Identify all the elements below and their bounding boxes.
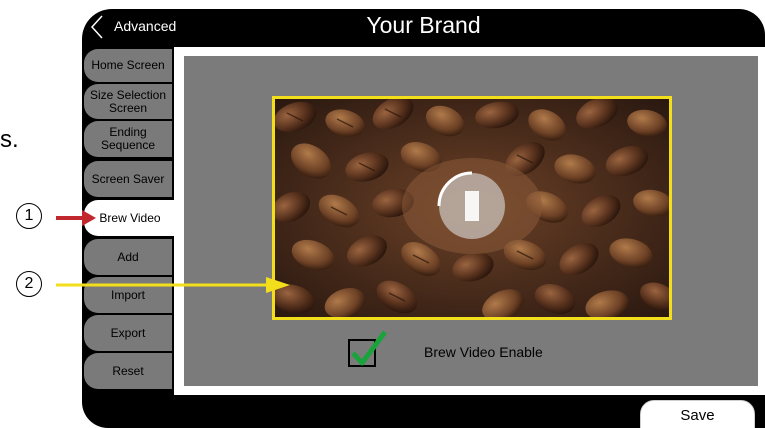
sidebar-item-label: Add: [117, 249, 139, 264]
top-bar: Advanced Your Brand: [82, 9, 765, 45]
coffee-beans-image: [275, 99, 669, 317]
sidebar-item-label: Export: [110, 325, 146, 340]
content-panel: Brew Video Enable: [174, 47, 765, 395]
sidebar-item-import[interactable]: Import: [84, 277, 172, 313]
fragment-text: s.: [0, 126, 19, 153]
brew-video-preview[interactable]: [272, 96, 672, 320]
sidebar-item-label: Reset: [112, 363, 144, 378]
sidebar-item-brew-video[interactable]: Brew Video: [84, 200, 176, 236]
checkmark-icon: [351, 330, 388, 366]
sidebar-item-size-selection-screen[interactable]: Size Selection Screen: [84, 84, 172, 119]
bottom-bar: Save: [82, 395, 765, 428]
sidebar-item-label: Home Screen: [91, 58, 165, 72]
callout-2: 2: [16, 271, 42, 297]
sidebar-item-label: Size Selection Screen: [89, 87, 167, 115]
sidebar-item-ending-sequence[interactable]: Ending Sequence: [84, 121, 172, 157]
brew-video-enable-label: Brew Video Enable: [424, 344, 543, 360]
sidebar-item-add[interactable]: Add: [84, 239, 172, 275]
content-area: Brew Video Enable: [184, 56, 758, 386]
sidebar-item-label: Ending Sequence: [100, 125, 156, 152]
device-screen: Advanced Your Brand Home Screen Size Sel…: [82, 9, 765, 428]
sidebar-item-reset[interactable]: Reset: [84, 353, 172, 389]
sidebar-item-export[interactable]: Export: [84, 315, 172, 351]
sidebar-item-label: Import: [110, 287, 145, 302]
sidebar-item-home-screen[interactable]: Home Screen: [84, 49, 172, 82]
callout-1: 1: [16, 203, 42, 229]
sidebar-item-screen-saver[interactable]: Screen Saver: [84, 161, 172, 197]
sidebar-item-label: Brew Video: [99, 210, 161, 225]
save-button[interactable]: Save: [640, 400, 755, 428]
page-title: Your Brand: [366, 12, 481, 38]
sidebar-item-label: Screen Saver: [91, 171, 165, 186]
